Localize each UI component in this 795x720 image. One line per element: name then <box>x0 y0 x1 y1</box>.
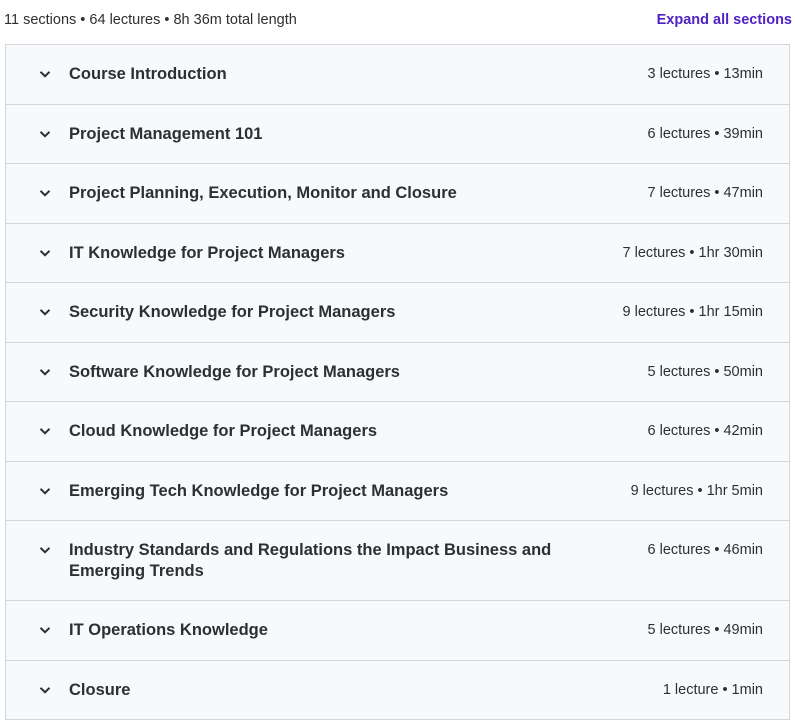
section-row[interactable]: Project Management 101 6 lectures • 39mi… <box>6 105 789 165</box>
section-meta: 5 lectures • 49min <box>648 622 764 638</box>
section-row[interactable]: Security Knowledge for Project Managers … <box>6 283 789 343</box>
section-title: IT Knowledge for Project Managers <box>69 243 609 264</box>
chevron-down-icon <box>38 67 52 81</box>
section-title: Security Knowledge for Project Managers <box>69 302 609 323</box>
chevron-down-icon <box>38 186 52 200</box>
section-row[interactable]: Closure 1 lecture • 1min <box>6 661 789 720</box>
section-title: Project Planning, Execution, Monitor and… <box>69 183 609 204</box>
section-row[interactable]: Emerging Tech Knowledge for Project Mana… <box>6 462 789 522</box>
chevron-down-icon <box>38 305 52 319</box>
section-title: Emerging Tech Knowledge for Project Mana… <box>69 481 609 502</box>
section-row[interactable]: Industry Standards and Regulations the I… <box>6 521 789 601</box>
chevron-down-icon <box>38 623 52 637</box>
section-meta: 9 lectures • 1hr 5min <box>631 483 763 499</box>
section-meta: 7 lectures • 1hr 30min <box>623 245 763 261</box>
section-meta: 3 lectures • 13min <box>648 66 764 82</box>
curriculum-header: 11 sections • 64 lectures • 8h 36m total… <box>0 0 795 44</box>
section-meta: 5 lectures • 50min <box>648 364 764 380</box>
section-meta: 6 lectures • 42min <box>648 423 764 439</box>
section-row[interactable]: IT Knowledge for Project Managers 7 lect… <box>6 224 789 284</box>
chevron-down-icon <box>38 683 52 697</box>
section-meta: 1 lecture • 1min <box>663 682 763 698</box>
section-meta: 6 lectures • 46min <box>648 542 764 558</box>
section-title: Project Management 101 <box>69 124 609 145</box>
section-meta: 9 lectures • 1hr 15min <box>623 304 763 320</box>
section-row[interactable]: IT Operations Knowledge 5 lectures • 49m… <box>6 601 789 661</box>
course-summary: 11 sections • 64 lectures • 8h 36m total… <box>4 12 297 28</box>
chevron-down-icon <box>38 246 52 260</box>
section-title: Closure <box>69 680 609 701</box>
section-row[interactable]: Course Introduction 3 lectures • 13min <box>6 45 789 105</box>
section-list: Course Introduction 3 lectures • 13min P… <box>5 44 790 720</box>
chevron-down-icon <box>38 543 52 557</box>
expand-all-sections-button[interactable]: Expand all sections <box>657 12 792 28</box>
chevron-down-icon <box>38 365 52 379</box>
section-title: Cloud Knowledge for Project Managers <box>69 421 609 442</box>
section-title: Industry Standards and Regulations the I… <box>69 540 609 582</box>
section-row[interactable]: Cloud Knowledge for Project Managers 6 l… <box>6 402 789 462</box>
section-title: Software Knowledge for Project Managers <box>69 362 609 383</box>
section-meta: 6 lectures • 39min <box>648 126 764 142</box>
chevron-down-icon <box>38 424 52 438</box>
section-title: IT Operations Knowledge <box>69 620 609 641</box>
section-row[interactable]: Project Planning, Execution, Monitor and… <box>6 164 789 224</box>
section-row[interactable]: Software Knowledge for Project Managers … <box>6 343 789 403</box>
section-meta: 7 lectures • 47min <box>648 185 764 201</box>
section-title: Course Introduction <box>69 64 609 85</box>
chevron-down-icon <box>38 127 52 141</box>
chevron-down-icon <box>38 484 52 498</box>
